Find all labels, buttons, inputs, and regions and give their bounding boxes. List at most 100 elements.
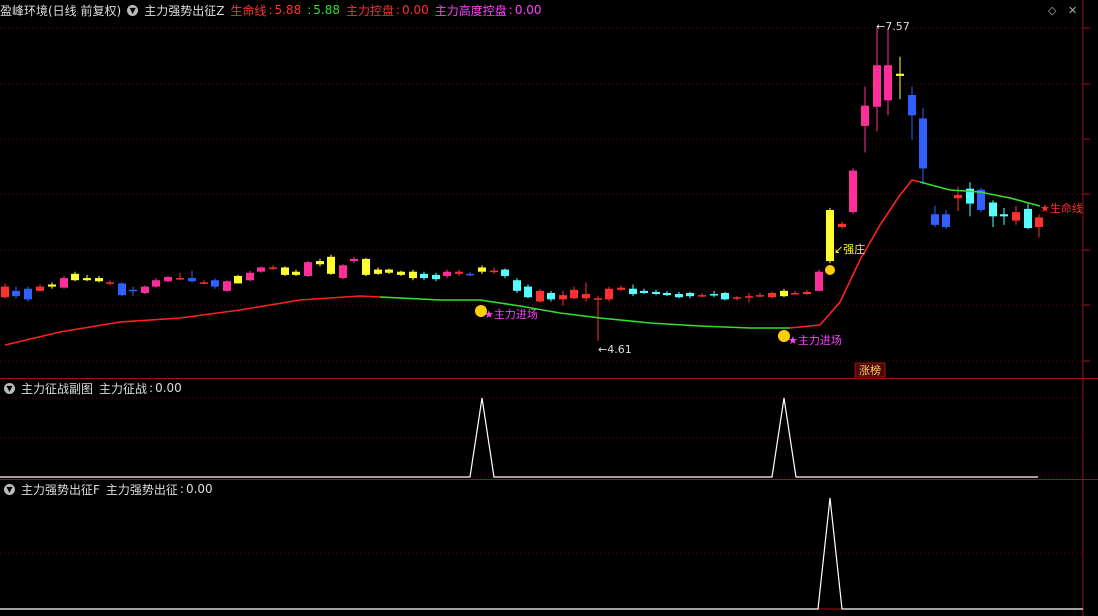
candle-body: [896, 73, 904, 76]
candle-body: [617, 287, 625, 290]
smiley-icon: [778, 330, 790, 342]
sub1-signal-line: [0, 397, 1038, 478]
candle-body: [815, 271, 823, 291]
candle-body: [629, 288, 637, 295]
candle-body: [48, 284, 56, 287]
candle-body: [257, 267, 265, 272]
candle-body: [106, 282, 114, 284]
candle-body: [1000, 214, 1008, 217]
candle-body: [409, 271, 417, 279]
candle-body: [141, 286, 149, 293]
main-force-entry-label-2: ★主力进场: [788, 333, 842, 347]
candle-body: [478, 267, 486, 272]
low-price-label: ←4.61: [598, 343, 632, 356]
candle-body: [281, 267, 289, 275]
candle-body: [570, 289, 578, 299]
candle-body: [1012, 212, 1020, 221]
candle-body: [605, 288, 613, 300]
candle-body: [1024, 208, 1032, 229]
candle-body: [768, 292, 776, 298]
candle-body: [594, 298, 602, 300]
candle-body: [652, 291, 660, 295]
candle-body: [780, 290, 788, 297]
candle-body: [686, 292, 694, 297]
candle-body: [803, 291, 811, 295]
main-force-entry-label-1: ★主力进场: [484, 307, 538, 321]
lifeline-red: [4, 179, 921, 346]
candle-body: [164, 277, 172, 282]
candle-body: [432, 274, 440, 280]
candle-body: [733, 297, 741, 299]
candle-body: [443, 271, 451, 276]
candle-body: [849, 170, 857, 213]
candle-body: [756, 295, 764, 297]
candle-body: [513, 280, 521, 291]
candle-body: [873, 65, 881, 107]
candle-body: [200, 282, 208, 284]
candle-body: [698, 295, 706, 297]
candle-body: [1, 286, 9, 298]
candle-body: [884, 65, 892, 101]
candle-body: [24, 288, 32, 300]
candle-body: [942, 214, 950, 228]
candle-body: [501, 269, 509, 276]
candle-body: [339, 265, 347, 279]
candle-body: [71, 273, 79, 281]
candle-body: [362, 258, 370, 275]
candle-body: [663, 292, 671, 296]
candle-body: [908, 95, 916, 116]
lifeline-tag-label: ★生命线: [1040, 201, 1083, 215]
candle-body: [838, 223, 846, 228]
candle-body: [385, 269, 393, 273]
candle-body: [60, 278, 68, 288]
money-bag-icon: [825, 265, 835, 275]
candle-body: [36, 286, 44, 291]
candle-body: [350, 258, 358, 262]
candle-body: [188, 278, 196, 282]
candle-body: [745, 296, 753, 298]
candle-body: [640, 290, 648, 293]
candle-body: [327, 256, 335, 274]
candle-body: [791, 292, 799, 295]
high-price-label: ←7.57: [876, 20, 910, 33]
candle-body: [176, 278, 184, 280]
candle-body: [83, 278, 91, 281]
candle-body: [721, 292, 729, 300]
candle-body: [582, 294, 590, 299]
candle-body: [536, 290, 544, 302]
candle-body: [826, 209, 834, 262]
limit-up-label: 涨榜: [859, 363, 881, 377]
candle-body: [95, 278, 103, 282]
strong-zhuang-label: ↙强庄: [834, 242, 865, 256]
candle-body: [675, 294, 683, 298]
candle-body: [861, 105, 869, 126]
candle-body: [292, 271, 300, 275]
candle-body: [989, 202, 997, 217]
candle-body: [374, 269, 382, 274]
candle-body: [1035, 217, 1043, 228]
candle-body: [710, 294, 718, 296]
candle-body: [304, 262, 312, 276]
candle-body: [420, 273, 428, 279]
candle-body: [316, 261, 324, 265]
candle-body: [524, 286, 532, 298]
candle-body: [455, 271, 463, 274]
candle-body: [547, 292, 555, 300]
candle-body: [223, 281, 231, 291]
candle-body: [246, 272, 254, 281]
candle-body: [12, 290, 20, 297]
candle-body: [919, 118, 927, 169]
candle-body: [234, 275, 242, 284]
candle-body: [211, 280, 219, 287]
candle-body: [152, 280, 160, 287]
candle-body: [118, 283, 126, 296]
candle-body: [397, 271, 405, 275]
candle-body: [269, 267, 277, 269]
smiley-icon: [475, 305, 487, 317]
candle-body: [466, 273, 474, 276]
candle-body: [559, 295, 567, 300]
candle-body: [954, 195, 962, 199]
candle-body: [931, 214, 939, 225]
candle-body: [490, 270, 498, 273]
candlestick-chart[interactable]: ←7.57 ←4.61 ↙强庄 ★主力进场 ★主力进场 ★生命线涨榜: [0, 0, 1098, 616]
